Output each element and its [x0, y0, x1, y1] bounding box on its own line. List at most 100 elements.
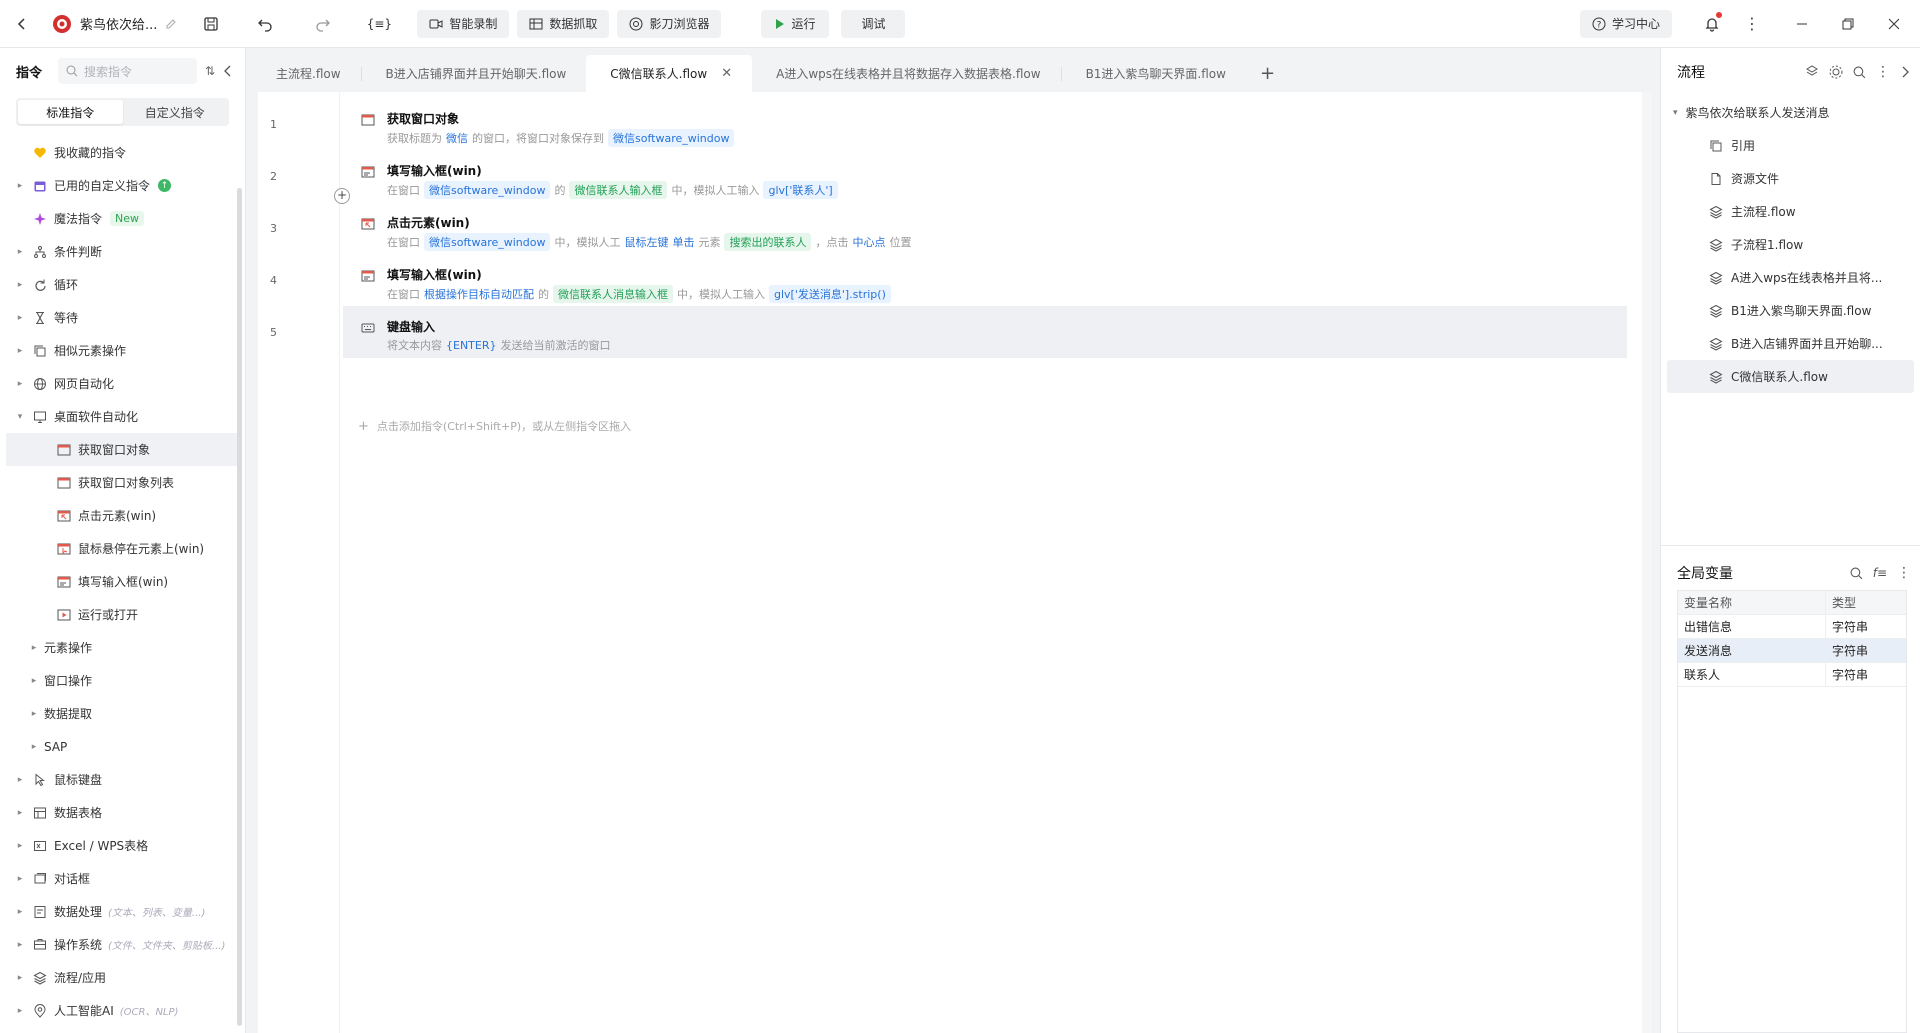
caret-right-icon[interactable]: ▸ [14, 775, 26, 785]
command-tree-item[interactable]: 我收藏的指令 [0, 136, 245, 169]
command-tree-item[interactable]: ▸ 数据处理 (文本、列表、变量...) [0, 895, 245, 928]
desc-param[interactable]: 微信 [446, 130, 468, 146]
element-chip[interactable]: 搜索出的联系人 [724, 233, 812, 251]
caret-right-icon[interactable]: ▸ [28, 709, 40, 719]
caret-right-icon[interactable]: ▸ [14, 280, 26, 290]
add-tab-icon[interactable]: + [1246, 55, 1289, 92]
command-tree-item[interactable]: ▸ 等待 [0, 301, 245, 334]
flow-step[interactable]: 填写输入框(win) 在窗口 根据操作目标自动匹配的微信联系人消息输入框 中，模拟人工… [343, 254, 1627, 306]
file-tab[interactable]: A进入wps在线表格并且将数据存入数据表格.flow [752, 55, 1060, 92]
command-tree-item[interactable]: ▸ 网页自动化 [0, 367, 245, 400]
caret-down-icon[interactable]: ▾ [14, 412, 26, 422]
browser-button[interactable]: 影刀浏览器 [617, 9, 722, 38]
command-tree-item[interactable]: 鼠标悬停在元素上(win) [0, 532, 245, 565]
command-panel-scrollbar[interactable] [237, 188, 242, 1026]
redo-icon[interactable] [307, 8, 339, 40]
insert-step-plus-icon[interactable]: + [334, 188, 350, 204]
caret-right-icon[interactable]: ▸ [14, 346, 26, 356]
caret-right-icon[interactable]: ▸ [14, 940, 26, 950]
desc-param[interactable]: {ENTER} [446, 339, 497, 352]
undo-icon[interactable] [249, 8, 281, 40]
caret-right-icon[interactable]: ▸ [14, 874, 26, 884]
restore-icon[interactable] [1832, 8, 1864, 40]
save-icon[interactable] [195, 8, 227, 40]
caret-right-icon[interactable]: ▸ [14, 247, 26, 257]
command-tree-item[interactable]: ▸ 窗口操作 [0, 664, 245, 697]
tab-custom-commands[interactable]: 自定义指令 [123, 100, 228, 124]
command-tree-item[interactable]: ▸ 流程/应用 [0, 961, 245, 994]
command-tree-item[interactable]: ▸ 对话框 [0, 862, 245, 895]
command-tree-item[interactable]: 点击元素(win) [0, 499, 245, 532]
file-tab[interactable]: B1进入紫鸟聊天界面.flow [1062, 55, 1246, 92]
debug-button[interactable]: 调试 [841, 9, 906, 38]
command-tree-item[interactable]: ▸ SAP [0, 730, 245, 763]
more-menu-icon[interactable]: ⋮ [1736, 8, 1768, 40]
caret-right-icon[interactable]: ▸ [14, 841, 26, 851]
flow-list-item[interactable]: B1进入紫鸟聊天界面.flow [1661, 294, 1920, 327]
desc-param[interactable]: 单击 [672, 234, 694, 250]
flow-list-item[interactable]: 主流程.flow [1661, 195, 1920, 228]
variable-search-icon[interactable] [1850, 567, 1863, 580]
command-tree-item[interactable]: 获取窗口对象 [6, 433, 239, 466]
flow-step[interactable]: 获取窗口对象 获取标题为 微信 的窗口，将窗口对象保存到 微信software_wind… [343, 98, 1627, 150]
variables-icon[interactable]: {≡} [363, 8, 395, 40]
caret-right-icon[interactable]: ▸ [14, 181, 26, 191]
command-tree-item[interactable]: ▸ 操作系统 (文件、文件夹、剪贴板...) [0, 928, 245, 961]
variables-more-icon[interactable]: ⋮ [1897, 565, 1911, 581]
caret-right-icon[interactable]: ▸ [14, 907, 26, 917]
back-icon[interactable] [6, 8, 38, 40]
caret-right-icon[interactable]: ▸ [28, 676, 40, 686]
caret-right-icon[interactable]: ▸ [28, 643, 40, 653]
add-flow-icon[interactable] [1805, 65, 1819, 79]
flow-list-item[interactable]: 资源文件 [1661, 162, 1920, 195]
close-window-icon[interactable] [1878, 8, 1910, 40]
command-tree-item[interactable]: ▸ 人工智能AI (OCR、NLP) [0, 994, 245, 1027]
learning-center-button[interactable]: ? 学习中心 [1579, 9, 1672, 38]
command-tree-item[interactable]: ▸ 数据表格 [0, 796, 245, 829]
command-tree-item[interactable]: ▸ 条件判断 [0, 235, 245, 268]
flow-list-item[interactable]: 引用 [1661, 129, 1920, 162]
command-tree-item[interactable]: 获取窗口对象列表 [0, 466, 245, 499]
caret-right-icon[interactable]: ▸ [14, 1006, 26, 1016]
close-tab-icon[interactable]: ✕ [721, 66, 732, 81]
variable-chip[interactable]: 微信software_window [424, 233, 551, 251]
command-tree-item[interactable]: ▸ 循环 [0, 268, 245, 301]
command-tree-item[interactable]: 魔法指令 New [0, 202, 245, 235]
file-tab[interactable]: B进入店铺界面并且开始聊天.flow [362, 55, 587, 92]
data-capture-button[interactable]: 数据抓取 [517, 9, 610, 38]
flow-step[interactable]: 键盘输入 将文本内容 {ENTER} 发送给当前激活的窗口 [343, 306, 1627, 358]
flow-step[interactable]: 点击元素(win) 在窗口 微信software_window 中，模拟人工 鼠标左键单… [343, 202, 1627, 254]
flow-settings-icon[interactable] [1829, 65, 1843, 79]
function-icon[interactable]: f≡ [1873, 566, 1887, 580]
command-tree-item[interactable]: ▾ 桌面软件自动化 [0, 400, 245, 433]
command-tree-item[interactable]: ▸ 元素操作 [0, 631, 245, 664]
desc-param[interactable]: 中心点 [852, 234, 885, 250]
flow-root-item[interactable]: ▾ 紫鸟依次给联系人发送消息 [1661, 96, 1920, 129]
flow-search-icon[interactable] [1853, 66, 1866, 79]
command-tree-item[interactable]: ▸ 已用的自定义指令 ↑ [0, 169, 245, 202]
flow-list-item[interactable]: C微信联系人.flow [1667, 360, 1914, 393]
variable-row[interactable]: 联系人 字符串 [1678, 663, 1906, 687]
smart-record-button[interactable]: 智能录制 [417, 9, 510, 38]
sort-icon[interactable]: ⇅ [205, 64, 215, 78]
command-tree-item[interactable]: ▸ 数据提取 [0, 697, 245, 730]
variable-chip[interactable]: 微信software_window [608, 129, 735, 147]
command-tree-item[interactable]: ▸ Excel / WPS表格 [0, 829, 245, 862]
edit-icon[interactable] [165, 18, 177, 30]
collapse-right-panel-icon[interactable] [1900, 66, 1910, 78]
caret-right-icon[interactable]: ▸ [28, 742, 40, 752]
variable-chip[interactable]: 微信software_window [424, 181, 551, 199]
editor-scrollbar[interactable] [1642, 92, 1652, 1033]
command-tree-item[interactable]: ▸ 相似元素操作 [0, 334, 245, 367]
caret-right-icon[interactable]: ▸ [14, 379, 26, 389]
collapse-panel-icon[interactable] [223, 65, 233, 77]
element-chip[interactable]: 微信联系人消息输入框 [553, 285, 673, 303]
notification-bell-icon[interactable] [1696, 8, 1728, 40]
variable-row[interactable]: 发送消息 字符串 [1678, 639, 1906, 663]
file-tab[interactable]: 主流程.flow [252, 55, 361, 92]
desc-param[interactable]: 鼠标左键 [624, 234, 668, 250]
add-command-hint[interactable]: + 点击添加指令(Ctrl+Shift+P)，或从左侧指令区拖入 [358, 418, 631, 434]
run-button[interactable]: 运行 [761, 9, 830, 38]
variable-chip[interactable]: glv['发送消息'].strip() [769, 285, 891, 303]
command-tree-item[interactable]: 运行或打开 [0, 598, 245, 631]
